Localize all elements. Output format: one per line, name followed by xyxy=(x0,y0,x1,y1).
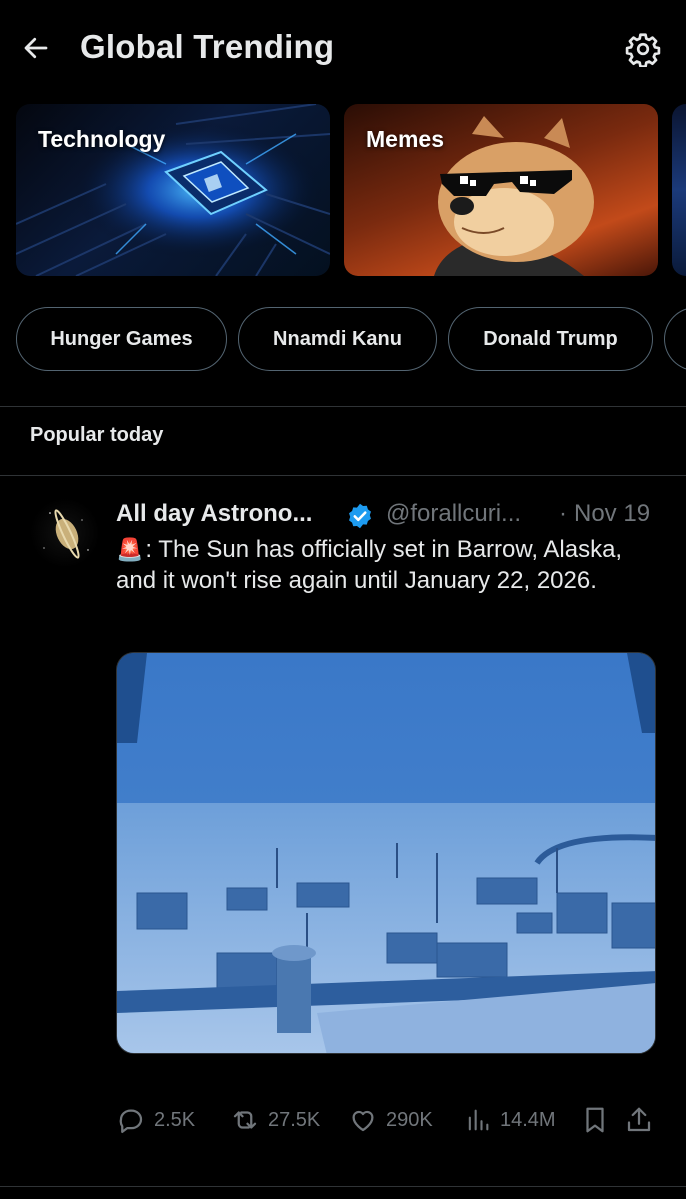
view-count: 14.4M xyxy=(500,1108,556,1131)
barrow-alaska-photo xyxy=(117,653,655,1053)
back-button[interactable] xyxy=(18,30,54,66)
reply-icon xyxy=(119,1109,143,1133)
repost-count: 27.5K xyxy=(268,1108,321,1131)
separator-dot: · xyxy=(559,500,567,527)
section-title: Popular today xyxy=(30,424,164,446)
tweet-actions: 2.5K 27.5K 290K 14.4M xyxy=(116,1100,661,1140)
topic-carousel: Technology Memes xyxy=(16,104,686,276)
settings-button[interactable] xyxy=(622,28,664,70)
topic-card-label: Technology xyxy=(38,126,166,152)
chip-next-partial[interactable] xyxy=(664,307,686,371)
chip-nnamdi-kanu[interactable]: Nnamdi Kanu xyxy=(238,307,437,371)
author-name[interactable]: All day Astrono... xyxy=(116,500,312,528)
tweet-text: 🚨: The Sun has officially set in Barrow,… xyxy=(116,534,661,596)
page-title: Global Trending xyxy=(80,28,335,65)
topic-card-memes[interactable]: Memes xyxy=(344,104,658,276)
repost-icon xyxy=(233,1111,257,1129)
divider xyxy=(0,406,686,407)
reply-button[interactable]: 2.5K xyxy=(116,1100,195,1140)
divider xyxy=(0,475,686,476)
bookmark-icon xyxy=(586,1107,604,1133)
chip-hunger-games[interactable]: Hunger Games xyxy=(16,307,227,371)
author-avatar[interactable] xyxy=(30,498,100,568)
verified-badge-icon xyxy=(349,503,371,529)
like-count: 290K xyxy=(386,1108,433,1131)
like-button[interactable]: 290K xyxy=(348,1100,433,1140)
views-button[interactable]: 14.4M xyxy=(464,1100,556,1140)
share-icon xyxy=(627,1107,651,1132)
siren-emoji: 🚨 xyxy=(116,537,144,562)
divider xyxy=(0,1186,686,1187)
topic-card-technology[interactable]: Technology xyxy=(16,104,330,276)
bookmark-button[interactable] xyxy=(580,1100,618,1140)
top-bar: Global Trending xyxy=(0,0,686,96)
chip-donald-trump[interactable]: Donald Trump xyxy=(448,307,653,371)
topic-card-label: Memes xyxy=(366,126,444,152)
arrow-left-icon xyxy=(24,37,48,59)
saturn-avatar-image xyxy=(43,509,89,559)
gear-icon xyxy=(625,33,661,67)
repost-button[interactable]: 27.5K xyxy=(230,1100,320,1140)
tweet-body: : The Sun has officially set in Barrow, … xyxy=(116,536,623,594)
tweet-header: All day Astrono... @forallcuri... · Nov … xyxy=(116,498,666,532)
share-button[interactable] xyxy=(624,1100,662,1140)
author-handle[interactable]: @forallcuri... xyxy=(386,500,521,528)
heart-icon xyxy=(352,1110,374,1132)
tweet-media-image[interactable] xyxy=(116,652,656,1054)
views-chart-icon xyxy=(468,1109,489,1131)
trending-chips: Hunger Games Nnamdi Kanu Donald Trump xyxy=(16,307,686,371)
topic-card-next-partial[interactable] xyxy=(672,104,686,276)
tweet-date[interactable]: Nov 19 xyxy=(574,500,650,528)
reply-count: 2.5K xyxy=(154,1108,196,1131)
